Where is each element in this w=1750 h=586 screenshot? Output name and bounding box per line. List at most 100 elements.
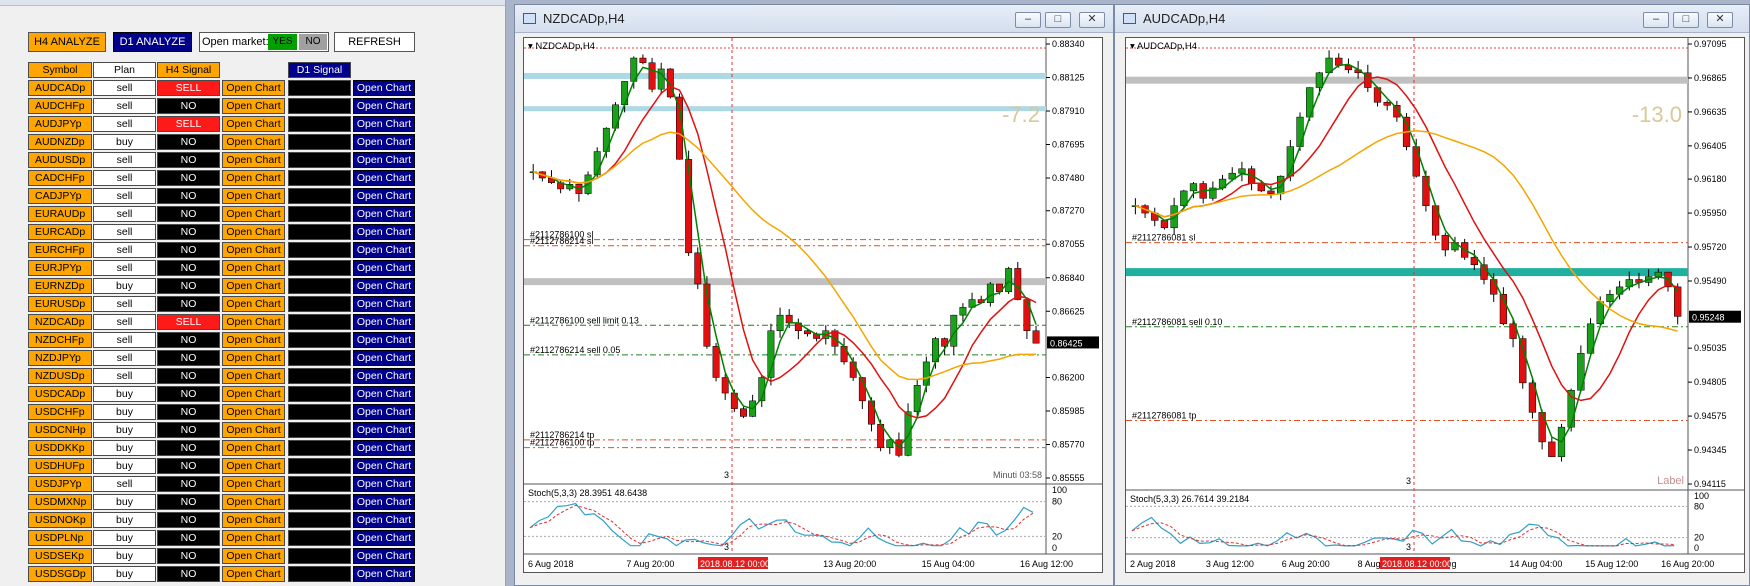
refresh-button[interactable]: REFRESH — [334, 32, 415, 52]
close-button[interactable]: ✕ — [1079, 12, 1105, 28]
open-chart-h4-button[interactable]: Open Chart — [222, 224, 285, 240]
candle-body — [1606, 294, 1614, 302]
open-chart-h4-button[interactable]: Open Chart — [222, 278, 285, 294]
chart-window-nzdcad[interactable]: NZDCADp,H4 – □ ✕ #2112786100 sl #21127862… — [514, 4, 1114, 586]
candle-body — [1277, 175, 1285, 195]
open-chart-h4-button[interactable]: Open Chart — [222, 530, 285, 546]
open-chart-d1-button[interactable]: Open Chart — [353, 368, 415, 384]
open-chart-d1-button[interactable]: Open Chart — [353, 80, 415, 96]
open-chart-h4-button[interactable]: Open Chart — [222, 404, 285, 420]
open-market-no-button[interactable]: NO — [299, 34, 327, 50]
open-chart-d1-button[interactable]: Open Chart — [353, 548, 415, 564]
price-tick-label: 0.95950 — [1694, 208, 1727, 218]
open-chart-d1-button[interactable]: Open Chart — [353, 386, 415, 402]
open-chart-d1-button[interactable]: Open Chart — [353, 494, 415, 510]
d1-analyze-button[interactable]: D1 ANALYZE — [113, 32, 192, 52]
close-button[interactable]: ✕ — [1707, 12, 1733, 28]
stoch-level-label: 100 — [1694, 491, 1709, 501]
h4-signal-cell: SELL — [157, 314, 220, 330]
open-chart-d1-button[interactable]: Open Chart — [353, 350, 415, 366]
open-chart-h4-button[interactable]: Open Chart — [222, 80, 285, 96]
open-chart-d1-button[interactable]: Open Chart — [353, 530, 415, 546]
open-chart-h4-button[interactable]: Open Chart — [222, 440, 285, 456]
open-chart-h4-button[interactable]: Open Chart — [222, 350, 285, 366]
open-chart-d1-button[interactable]: Open Chart — [353, 188, 415, 204]
price-chart-nzdcad[interactable]: #2112786100 sl#2112786214 sl#2112786100 … — [524, 38, 1102, 572]
open-chart-d1-button[interactable]: Open Chart — [353, 224, 415, 240]
candle-body — [868, 400, 875, 425]
open-chart-h4-button[interactable]: Open Chart — [222, 548, 285, 564]
open-chart-d1-button[interactable]: Open Chart — [353, 566, 415, 582]
open-chart-h4-button[interactable]: Open Chart — [222, 260, 285, 276]
open-chart-d1-button[interactable]: Open Chart — [353, 116, 415, 132]
open-chart-d1-button[interactable]: Open Chart — [353, 242, 415, 258]
candle-body — [740, 408, 747, 417]
open-chart-d1-button[interactable]: Open Chart — [353, 476, 415, 492]
minimize-button[interactable]: – — [1643, 12, 1669, 28]
open-chart-d1-button[interactable]: Open Chart — [353, 296, 415, 312]
open-chart-h4-button[interactable]: Open Chart — [222, 134, 285, 150]
open-chart-d1-button[interactable]: Open Chart — [353, 152, 415, 168]
window-titlebar[interactable]: NZDCADp,H4 – □ ✕ — [515, 5, 1113, 33]
plan-cell: sell — [93, 350, 156, 366]
open-chart-h4-button[interactable]: Open Chart — [222, 296, 285, 312]
open-chart-d1-button[interactable]: Open Chart — [353, 422, 415, 438]
maximize-button[interactable]: □ — [1673, 12, 1699, 28]
open-chart-d1-button[interactable]: Open Chart — [353, 98, 415, 114]
stoch-level-label: 100 — [1052, 485, 1067, 495]
symbol-cell: NZDCADp — [28, 314, 92, 330]
d1-signal-cell — [288, 422, 351, 438]
open-chart-d1-button[interactable]: Open Chart — [353, 260, 415, 276]
h4-signal-cell: NO — [157, 134, 220, 150]
chart-canvas[interactable]: #2112786100 sl #2112786214 sl #2112786100 … — [523, 37, 1103, 573]
open-chart-d1-button[interactable]: Open Chart — [353, 512, 415, 528]
h4-analyze-button[interactable]: H4 ANALYZE — [28, 32, 106, 52]
time-axis-label: 7 Aug 20:00 — [626, 559, 674, 569]
open-chart-h4-button[interactable]: Open Chart — [222, 170, 285, 186]
open-chart-h4-button[interactable]: Open Chart — [222, 242, 285, 258]
minimize-button[interactable]: – — [1015, 12, 1041, 28]
open-chart-h4-button[interactable]: Open Chart — [222, 314, 285, 330]
open-chart-h4-button[interactable]: Open Chart — [222, 422, 285, 438]
open-chart-d1-button[interactable]: Open Chart — [353, 170, 415, 186]
order-label: #2112786214 sell 0.05 — [530, 345, 620, 355]
profit-display: -7.2 — [1002, 102, 1040, 127]
window-titlebar[interactable]: AUDCADp,H4 – □ ✕ — [1115, 5, 1749, 33]
open-chart-h4-button[interactable]: Open Chart — [222, 206, 285, 222]
plan-cell: buy — [93, 440, 156, 456]
candle-body — [602, 127, 610, 152]
open-chart-d1-button[interactable]: Open Chart — [353, 458, 415, 474]
chart-canvas[interactable]: #2112786081 sl #2112786081 sell 0.10 #2112… — [1125, 37, 1745, 573]
maximize-button[interactable]: □ — [1045, 12, 1071, 28]
open-chart-h4-button[interactable]: Open Chart — [222, 458, 285, 474]
open-chart-h4-button[interactable]: Open Chart — [222, 386, 285, 402]
open-chart-h4-button[interactable]: Open Chart — [222, 512, 285, 528]
open-chart-d1-button[interactable]: Open Chart — [353, 404, 415, 420]
chart-window-icon — [1123, 13, 1136, 24]
open-chart-d1-button[interactable]: Open Chart — [353, 332, 415, 348]
open-chart-h4-button[interactable]: Open Chart — [222, 368, 285, 384]
open-chart-d1-button[interactable]: Open Chart — [353, 134, 415, 150]
open-chart-h4-button[interactable]: Open Chart — [222, 116, 285, 132]
open-chart-d1-button[interactable]: Open Chart — [353, 206, 415, 222]
open-chart-h4-button[interactable]: Open Chart — [222, 494, 285, 510]
open-chart-h4-button[interactable]: Open Chart — [222, 188, 285, 204]
time-axis-label: 13 Aug 20:00 — [823, 559, 876, 569]
open-chart-d1-button[interactable]: Open Chart — [353, 440, 415, 456]
price-tick-label: 0.96180 — [1694, 174, 1727, 184]
order-label: #2112786081 tp — [1132, 411, 1196, 421]
open-chart-h4-button[interactable]: Open Chart — [222, 476, 285, 492]
open-chart-h4-button[interactable]: Open Chart — [222, 332, 285, 348]
price-chart-audcad[interactable]: #2112786081 sl #2112786081 sell 0.10 #2112… — [1126, 38, 1744, 572]
open-chart-h4-button[interactable]: Open Chart — [222, 152, 285, 168]
time-axis-label: 15 Aug 12:00 — [1585, 559, 1638, 569]
h4-signal-cell: NO — [157, 350, 220, 366]
chart-window-audcad[interactable]: AUDCADp,H4 – □ ✕ #2112786081 sl #21127860… — [1114, 4, 1750, 586]
open-chart-h4-button[interactable]: Open Chart — [222, 566, 285, 582]
d1-signal-cell — [288, 206, 351, 222]
h4-signal-cell: NO — [157, 476, 220, 492]
open-chart-h4-button[interactable]: Open Chart — [222, 98, 285, 114]
open-market-yes-button[interactable]: YES — [268, 34, 297, 50]
open-chart-d1-button[interactable]: Open Chart — [353, 278, 415, 294]
open-chart-d1-button[interactable]: Open Chart — [353, 314, 415, 330]
